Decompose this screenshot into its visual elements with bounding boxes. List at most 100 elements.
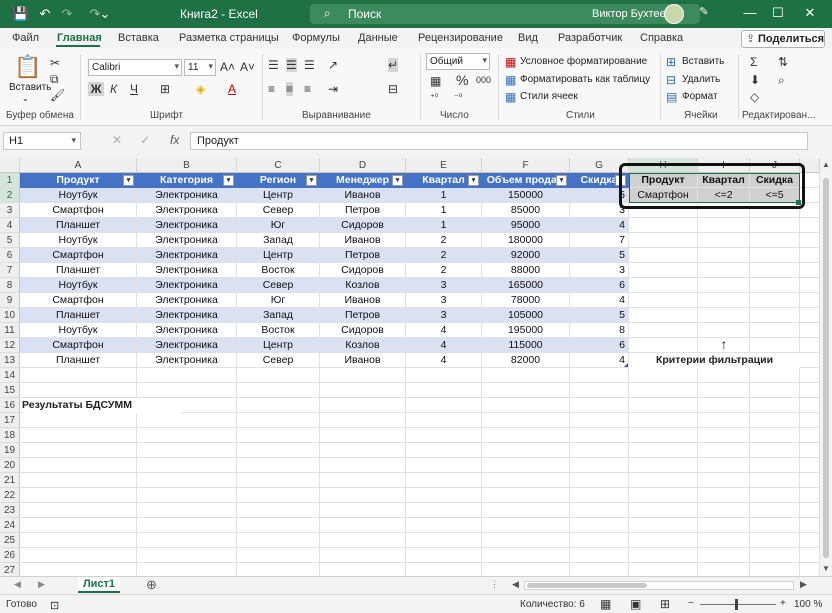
align-bottom-icon[interactable]: ☰ xyxy=(304,58,315,72)
undo-icon[interactable]: ↶ xyxy=(36,6,54,22)
row-header-5[interactable]: 5 xyxy=(0,233,20,248)
table-cell[interactable]: 1 xyxy=(406,218,482,233)
grid-cell[interactable] xyxy=(20,443,137,458)
grid-cell[interactable] xyxy=(800,263,820,278)
tab-review[interactable]: Рецензирование xyxy=(418,32,503,44)
table-cell[interactable]: Электроника xyxy=(137,248,237,263)
grid-cell[interactable] xyxy=(482,488,570,503)
row-header-8[interactable]: 8 xyxy=(0,278,20,293)
table-cell[interactable]: Петров xyxy=(320,248,406,263)
grid-cell[interactable] xyxy=(800,533,820,548)
page-layout-view-icon[interactable]: ▣ xyxy=(630,597,641,611)
grid-cell[interactable] xyxy=(750,278,800,293)
row-header-1[interactable]: 1 xyxy=(0,173,20,188)
table-cell[interactable]: Север xyxy=(237,203,320,218)
table-cell[interactable]: Планшет xyxy=(20,263,137,278)
tab-data[interactable]: Данные xyxy=(358,32,398,44)
table-cell[interactable]: Юг xyxy=(237,293,320,308)
sort-filter-icon[interactable]: ⇅ xyxy=(778,55,788,69)
table-header-cell[interactable]: Квартал ▾ xyxy=(406,173,482,188)
grid-cell[interactable] xyxy=(629,338,698,353)
align-left-icon[interactable]: ≡ xyxy=(268,82,275,96)
tab-page-layout[interactable]: Разметка страницы xyxy=(179,32,279,44)
grid-cell[interactable] xyxy=(800,323,820,338)
share-button[interactable]: ⇪ Поделиться xyxy=(741,30,825,48)
row-header-12[interactable]: 12 xyxy=(0,338,20,353)
grid-cell[interactable] xyxy=(629,308,698,323)
table-cell[interactable]: Смартфон xyxy=(20,293,137,308)
table-cell[interactable]: Электроника xyxy=(137,263,237,278)
decrease-font-icon[interactable]: A˅ xyxy=(240,60,255,74)
grid-cell[interactable] xyxy=(698,533,750,548)
grid-cell[interactable] xyxy=(750,443,800,458)
grid-cell[interactable] xyxy=(237,488,320,503)
grid-cell[interactable] xyxy=(800,473,820,488)
grid-cell[interactable] xyxy=(629,443,698,458)
table-cell[interactable]: Сидоров xyxy=(320,263,406,278)
grid-cell[interactable] xyxy=(750,338,800,353)
percent-button[interactable]: % xyxy=(456,72,468,88)
merge-cells-icon[interactable]: ⊟ xyxy=(388,82,398,96)
grid-cell[interactable] xyxy=(800,488,820,503)
grid-cell[interactable] xyxy=(800,518,820,533)
grid-cell[interactable] xyxy=(237,413,320,428)
grid-cell[interactable] xyxy=(698,398,750,413)
grid-cell[interactable] xyxy=(570,443,629,458)
grid-cell[interactable] xyxy=(750,248,800,263)
table-cell[interactable]: Смартфон xyxy=(20,203,137,218)
tab-split-handle[interactable]: ⋮ xyxy=(490,579,499,590)
vertical-scrollbar[interactable]: ▲ ▼ xyxy=(820,158,832,576)
grid-cell[interactable] xyxy=(750,503,800,518)
row-header-13[interactable]: 13 xyxy=(0,353,20,368)
grid-cell[interactable] xyxy=(698,293,750,308)
grid-cell[interactable] xyxy=(750,428,800,443)
table-cell[interactable]: Ноутбук xyxy=(20,188,137,203)
grid-cell[interactable] xyxy=(698,503,750,518)
table-cell[interactable]: Электроника xyxy=(137,203,237,218)
row-header-18[interactable]: 18 xyxy=(0,428,20,443)
redo-icon[interactable]: ↷ xyxy=(58,6,76,22)
cell-styles-button[interactable]: Стили ячеек xyxy=(520,91,578,102)
grid-cell[interactable] xyxy=(137,503,237,518)
table-cell[interactable]: 4 xyxy=(570,218,629,233)
grid-cell[interactable] xyxy=(482,503,570,518)
grid-cell[interactable] xyxy=(137,368,237,383)
table-header-cell[interactable]: Регион ▾ xyxy=(237,173,320,188)
zoom-slider[interactable] xyxy=(700,599,776,610)
table-cell[interactable]: Электроника xyxy=(137,323,237,338)
grid-cell[interactable] xyxy=(406,413,482,428)
table-cell[interactable]: Ноутбук xyxy=(20,323,137,338)
align-top-icon[interactable]: ☰ xyxy=(268,58,279,72)
grid-cell[interactable] xyxy=(320,383,406,398)
grid-cell[interactable] xyxy=(406,503,482,518)
grid-cell[interactable] xyxy=(20,413,137,428)
grid-cell[interactable] xyxy=(750,473,800,488)
wrap-text-icon[interactable]: ↵ xyxy=(388,58,399,72)
grid-cell[interactable] xyxy=(800,233,820,248)
grid-cell[interactable] xyxy=(137,518,237,533)
tab-developer[interactable]: Разработчик xyxy=(558,32,622,44)
table-cell[interactable]: 4 xyxy=(570,293,629,308)
grid-cell[interactable] xyxy=(20,428,137,443)
grid-cell[interactable] xyxy=(570,533,629,548)
name-box[interactable]: H1 ▾ xyxy=(3,132,81,150)
paste-icon[interactable]: 📋 xyxy=(14,54,42,80)
table-cell[interactable]: 3 xyxy=(570,263,629,278)
minimize-button[interactable]: — xyxy=(740,5,760,20)
grid-cell[interactable] xyxy=(750,383,800,398)
row-header-4[interactable]: 4 xyxy=(0,218,20,233)
table-cell[interactable]: Смартфон xyxy=(20,338,137,353)
grid-cell[interactable] xyxy=(629,368,698,383)
table-cell[interactable]: Ноутбук xyxy=(20,233,137,248)
table-cell[interactable]: 2 xyxy=(406,248,482,263)
table-cell[interactable]: Юг xyxy=(237,218,320,233)
table-cell[interactable]: Восток xyxy=(237,323,320,338)
row-header-9[interactable]: 9 xyxy=(0,293,20,308)
grid-cell[interactable] xyxy=(406,533,482,548)
tab-home[interactable]: Главная xyxy=(57,32,102,44)
table-cell[interactable]: Электроника xyxy=(137,278,237,293)
table-cell[interactable]: 3 xyxy=(406,278,482,293)
grid-cell[interactable] xyxy=(750,293,800,308)
row-header-21[interactable]: 21 xyxy=(0,473,20,488)
table-cell[interactable]: Центр xyxy=(237,338,320,353)
